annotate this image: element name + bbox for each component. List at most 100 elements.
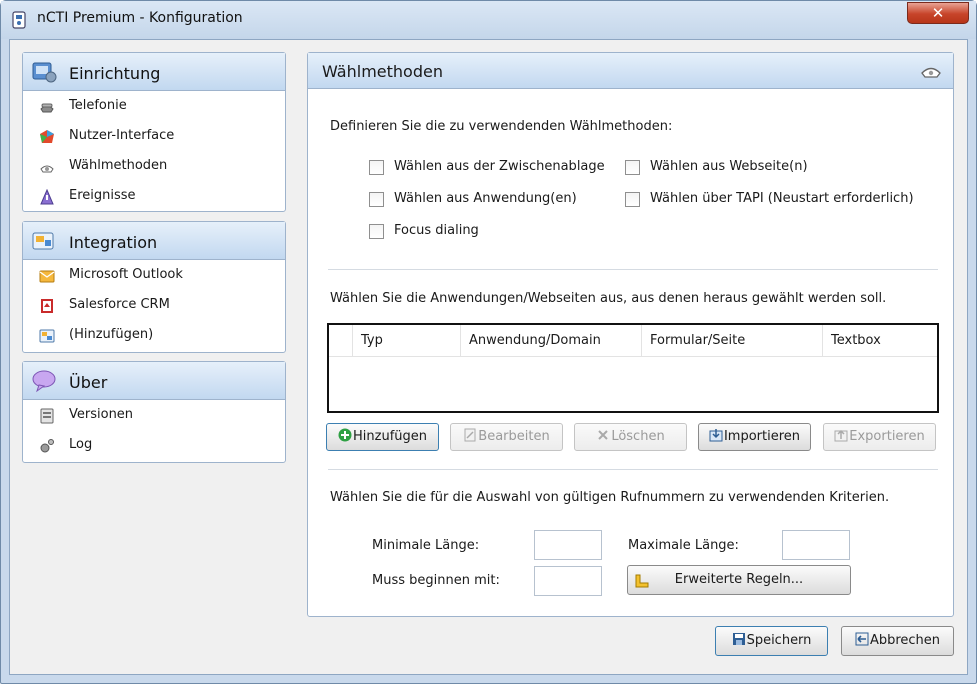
sidebar-group-integration: Integration Microsoft Outlook Salesforce… (22, 221, 286, 353)
save-icon (732, 633, 745, 645)
import-icon (709, 429, 723, 442)
dialog-body: Einrichtung Telefonie Nutzer-Interface W… (9, 39, 968, 675)
checkbox-tapi[interactable] (625, 192, 640, 207)
sidebar-group-header[interactable]: Über (23, 362, 285, 400)
checkbox-label[interactable]: Focus dialing (394, 223, 479, 238)
delete-icon (598, 430, 609, 440)
checkbox-label[interactable]: Wählen aus Anwendung(en) (394, 191, 577, 206)
cancel-button-label: Abbrechen (869, 633, 941, 648)
log-icon (40, 439, 54, 453)
sidebar-item-telefonie[interactable]: Telefonie (23, 91, 285, 121)
max-length-input[interactable] (782, 530, 850, 560)
app-icon (12, 11, 26, 29)
add-integration-icon (39, 329, 55, 343)
min-length-label: Minimale Länge: (372, 538, 480, 553)
sidebar-item-label: Salesforce CRM (69, 297, 170, 312)
add-icon (338, 428, 352, 442)
sidebar-item-nutzer-interface[interactable]: Nutzer-Interface (23, 121, 285, 151)
sidebar-item-label: Log (69, 437, 93, 452)
salesforce-icon (41, 299, 53, 313)
sidebar-item-label: Nutzer-Interface (69, 128, 175, 143)
sidebar-item-label: Telefonie (69, 98, 127, 113)
advanced-rules-button[interactable]: Erweiterte Regeln... (627, 565, 851, 595)
sidebar-group-title: Integration (69, 233, 158, 252)
divider (328, 269, 938, 270)
sidebar-group-title: Einrichtung (69, 64, 161, 83)
column-header-textbox[interactable]: Textbox (823, 325, 937, 357)
close-icon: ✕ (931, 4, 945, 22)
column-header-form[interactable]: Formular/Seite (642, 325, 823, 357)
table-header-spacer (329, 325, 353, 357)
checkbox-label[interactable]: Wählen über TAPI (Neustart erforderlich) (650, 191, 914, 206)
sidebar-group-title: Über (69, 373, 108, 392)
close-button[interactable]: ✕ (907, 2, 969, 24)
about-icon (32, 370, 56, 393)
setup-icon (32, 62, 57, 83)
sidebar-item-label: Wählmethoden (69, 158, 168, 173)
edit-icon (464, 428, 476, 442)
delete-button[interactable]: Löschen (574, 423, 687, 451)
checkbox-applications[interactable] (369, 192, 384, 207)
sidebar-group-setup: Einrichtung Telefonie Nutzer-Interface W… (22, 52, 286, 212)
config-window: nCTI Premium - Konfiguration ✕ Einrichtu… (0, 0, 977, 684)
sidebar-item-label: Versionen (69, 407, 134, 422)
checkbox-focus-dialing[interactable] (369, 224, 384, 239)
criteria-caption: Wählen Sie die für die Auswahl von gülti… (330, 490, 890, 505)
cancel-icon (855, 632, 869, 646)
table-header: Typ Anwendung/Domain Formular/Seite Text… (329, 325, 937, 357)
sidebar-item-label: Ereignisse (69, 188, 136, 203)
add-button[interactable]: Hinzufügen (326, 423, 439, 451)
prefix-input[interactable] (534, 566, 602, 596)
import-button-label: Importieren (723, 429, 801, 444)
window-title: nCTI Premium - Konfiguration (37, 10, 243, 26)
sidebar-item-salesforce[interactable]: Salesforce CRM (23, 290, 285, 320)
sidebar-item-ereignisse[interactable]: Ereignisse (23, 181, 285, 211)
sidebar-item-versionen[interactable]: Versionen (23, 400, 285, 430)
sidebar-group-header[interactable]: Integration (23, 222, 285, 260)
dial-methods-icon (921, 67, 941, 78)
save-button-label: Speichern (746, 633, 812, 648)
export-icon (834, 429, 848, 442)
export-button-label: Exportieren (849, 429, 925, 444)
integration-icon (32, 232, 54, 250)
dial-methods-panel: Wählmethoden Definieren Sie die zu verwe… (307, 52, 954, 617)
dial-methods-icon (40, 165, 54, 173)
export-button[interactable]: Exportieren (823, 423, 936, 451)
checkbox-webpages[interactable] (625, 160, 640, 175)
panel-title: Wählmethoden (322, 62, 443, 81)
import-button[interactable]: Importieren (698, 423, 811, 451)
sidebar-item-outlook[interactable]: Microsoft Outlook (23, 260, 285, 290)
edit-button[interactable]: Bearbeiten (450, 423, 563, 451)
delete-button-label: Löschen (611, 429, 665, 444)
dial-methods-intro: Definieren Sie die zu verwendenden Wählm… (330, 119, 673, 134)
sidebar-item-label: (Hinzufügen) (69, 327, 154, 342)
divider (328, 469, 938, 470)
sidebar-item-log[interactable]: Log (23, 430, 285, 460)
column-header-application[interactable]: Anwendung/Domain (461, 325, 642, 357)
edit-button-label: Bearbeiten (478, 429, 550, 444)
checkbox-label[interactable]: Wählen aus der Zwischenablage (394, 159, 605, 174)
applications-table[interactable]: Typ Anwendung/Domain Formular/Seite Text… (327, 323, 939, 413)
prefix-label: Muss beginnen mit: (372, 573, 500, 588)
sidebar-group-about: Über Versionen Log (22, 361, 286, 463)
checkbox-clipboard[interactable] (369, 160, 384, 175)
panel-header: Wählmethoden (308, 53, 953, 89)
telephone-icon (40, 103, 54, 113)
advanced-rules-label: Erweiterte Regeln... (674, 572, 804, 587)
cancel-button[interactable]: Abbrechen (841, 626, 954, 656)
sidebar-item-waehlmethoden[interactable]: Wählmethoden (23, 151, 285, 181)
column-header-type[interactable]: Typ (353, 325, 461, 357)
max-length-label: Maximale Länge: (628, 538, 739, 553)
save-button[interactable]: Speichern (715, 626, 828, 656)
sidebar-item-hinzufuegen[interactable]: (Hinzufügen) (23, 320, 285, 350)
title-bar[interactable]: nCTI Premium - Konfiguration ✕ (1, 1, 976, 39)
ruler-icon (635, 574, 649, 588)
checkbox-label[interactable]: Wählen aus Webseite(n) (650, 159, 808, 174)
versions-icon (40, 408, 54, 424)
sidebar-group-header[interactable]: Einrichtung (23, 53, 285, 91)
add-button-label: Hinzufügen (353, 429, 427, 444)
applications-caption: Wählen Sie die Anwendungen/Webseiten aus… (330, 291, 887, 306)
min-length-input[interactable] (534, 530, 602, 560)
events-icon (40, 189, 54, 205)
outlook-icon (39, 270, 55, 283)
